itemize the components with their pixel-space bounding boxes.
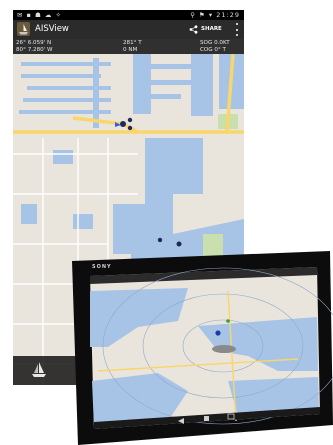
status-time: 21:29	[216, 11, 240, 19]
boat-icon[interactable]	[29, 360, 49, 380]
heading-value: 281° T	[123, 40, 142, 46]
app-title: AISView	[35, 24, 69, 34]
latitude-value: 26° 6.059' N	[16, 40, 52, 46]
status-notification-icons: ✉ ▪ ☗ ☁ ✧	[17, 11, 62, 19]
overflow-menu-icon[interactable]	[234, 23, 240, 36]
sog-value: SOG 0.0KT	[200, 40, 230, 46]
distance-value: 0 NM	[123, 47, 138, 53]
home-icon[interactable]	[204, 416, 209, 421]
share-button[interactable]: SHARE	[189, 23, 222, 35]
screenshot: ✉ ▪ ☗ ☁ ✧ ⚲ ⚑ ▾ 21:29 AISView SHARE 26° …	[0, 0, 333, 445]
longitude-value: 80° 7.280' W	[16, 47, 53, 53]
tablet-device: SONY	[68, 251, 333, 445]
status-bar: ✉ ▪ ☗ ☁ ✧ ⚲ ⚑ ▾ 21:29	[13, 10, 244, 20]
action-bar: AISView SHARE	[13, 20, 244, 39]
cog-value: COG 0° T	[200, 47, 226, 53]
status-system-icons: ⚲ ⚑ ▾	[190, 11, 214, 19]
position-info-bar: 26° 6.059' N 80° 7.280' W 281° T 0 NM SO…	[13, 39, 244, 54]
share-icon	[189, 24, 198, 34]
tablet-brand-logo: SONY	[92, 264, 112, 270]
tablet-illustration	[72, 251, 333, 445]
app-boat-icon[interactable]	[17, 22, 30, 36]
share-label: SHARE	[201, 26, 222, 32]
